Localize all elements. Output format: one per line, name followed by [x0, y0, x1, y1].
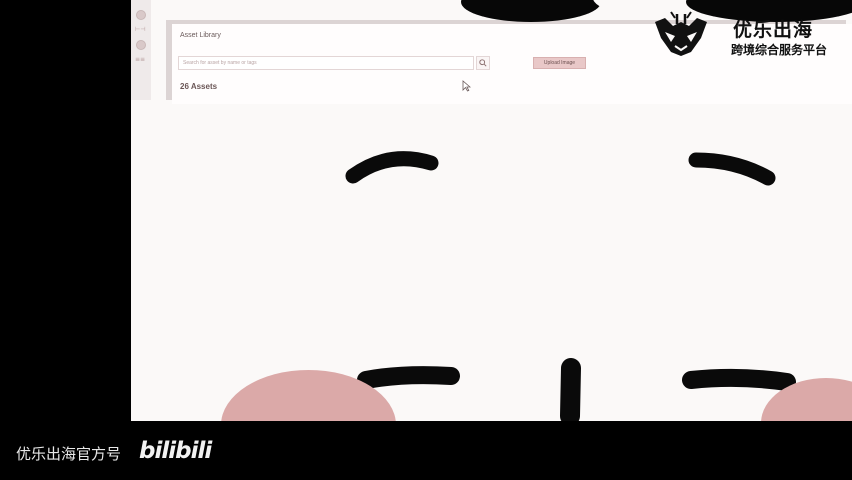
left-eyebrow: [345, 151, 439, 184]
face-marks: [345, 151, 796, 421]
brand-logo: 优乐出海 跨境综合服务平台: [651, 8, 841, 60]
video-frame: ⊢⊣ ≡≡ Asset Library Upload Image 26 Asse…: [131, 0, 852, 421]
logo-title: 优乐出海: [733, 19, 814, 41]
center-mark: [560, 358, 581, 421]
channel-caption: 优乐出海官方号: [16, 445, 122, 463]
logo-lion-icon: [655, 11, 707, 56]
right-mouth-mark: [682, 368, 796, 391]
left-mouth-mark: [357, 366, 460, 389]
logo-subtitle: 跨境综合服务平台: [731, 43, 828, 57]
right-eyebrow: [688, 152, 776, 186]
bilibili-logo: bilibili: [139, 438, 212, 464]
